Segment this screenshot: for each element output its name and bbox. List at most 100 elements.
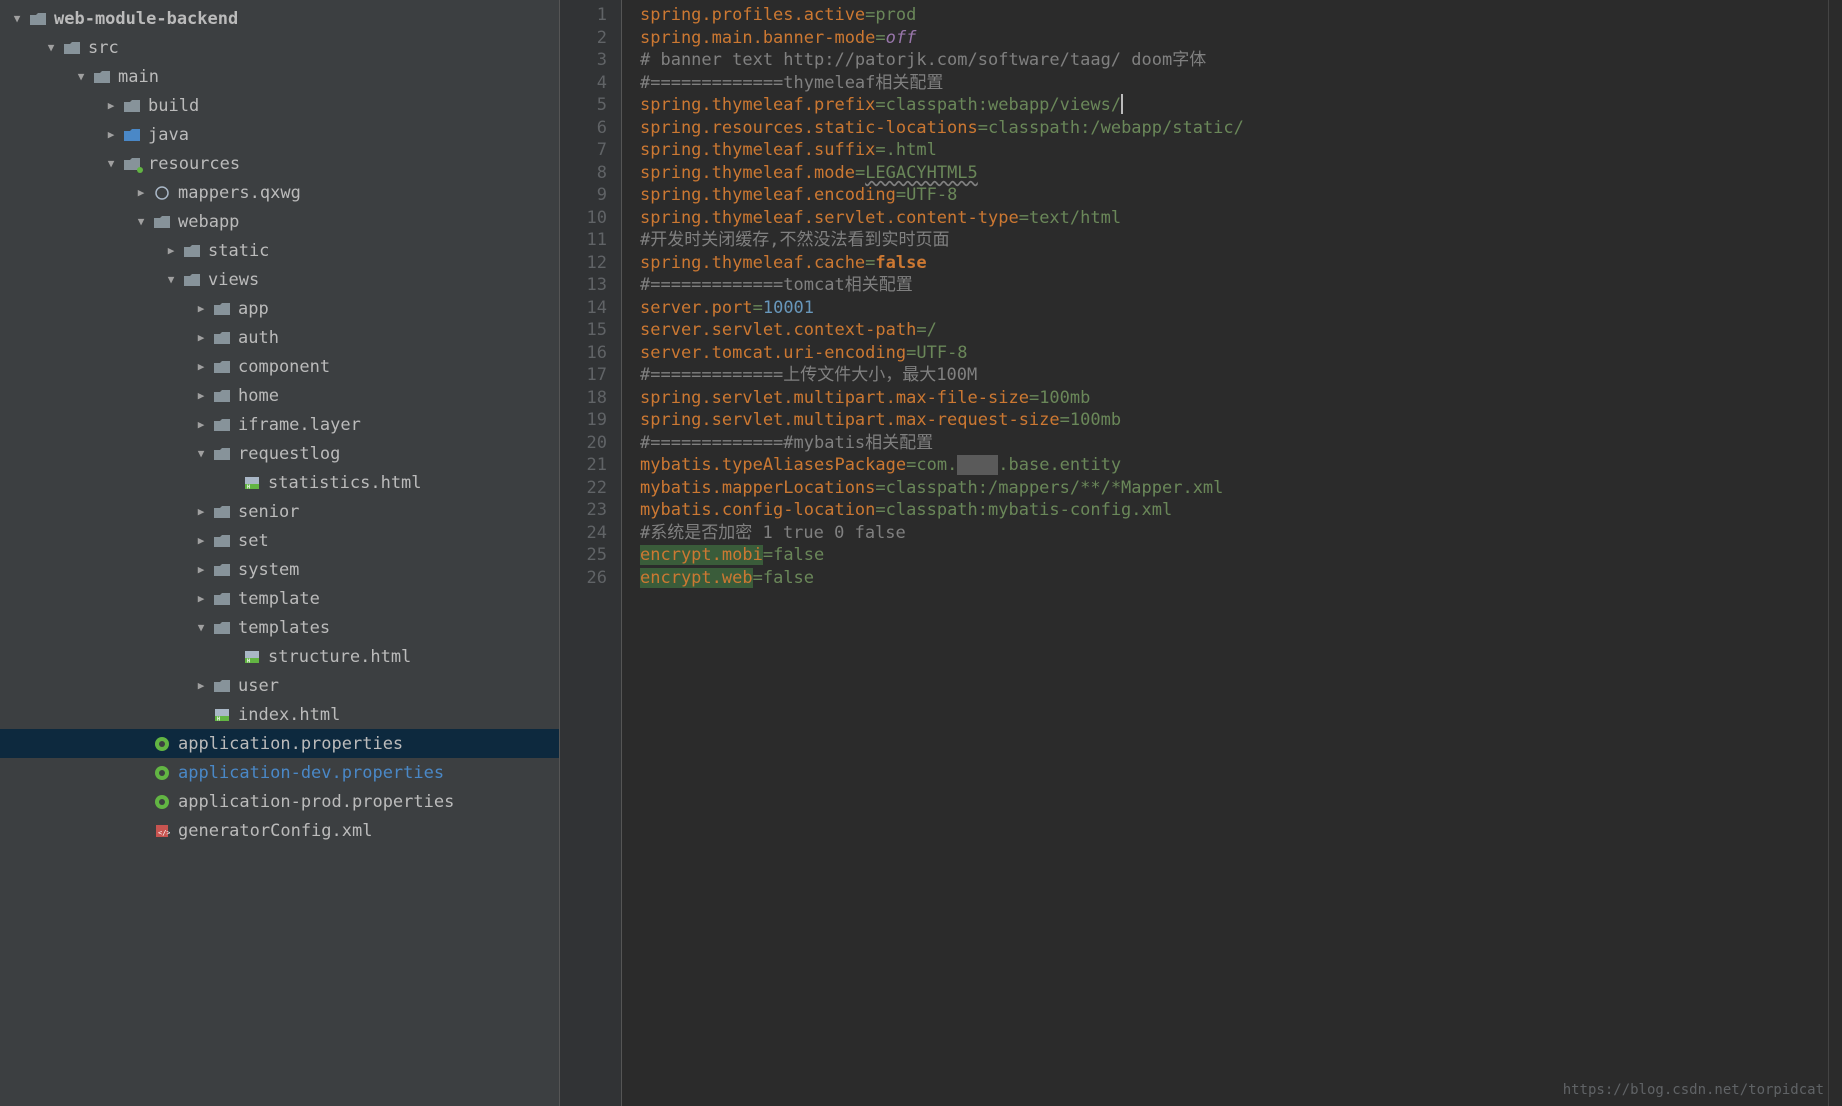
tree-item-requestlog[interactable]: ▼requestlog	[0, 439, 559, 468]
line-number: 21	[560, 454, 607, 477]
tree-item-views[interactable]: ▼views	[0, 265, 559, 294]
tree-item-senior[interactable]: ▶senior	[0, 497, 559, 526]
folder-icon	[212, 678, 232, 694]
tree-label: set	[238, 531, 269, 551]
tree-label: system	[238, 560, 299, 580]
tree-item-index[interactable]: Hindex.html	[0, 700, 559, 729]
code-line: #=============#mybatis相关配置	[640, 432, 1828, 455]
tree-item-generator-config[interactable]: </>generatorConfig.xml	[0, 816, 559, 845]
code-content[interactable]: spring.profiles.active=prod spring.main.…	[622, 0, 1828, 1106]
tree-label: webapp	[178, 212, 239, 232]
tree-label: structure.html	[268, 647, 411, 667]
tree-item-user[interactable]: ▶user	[0, 671, 559, 700]
resources-folder-icon	[122, 156, 142, 172]
folder-icon	[212, 417, 232, 433]
folder-icon	[122, 98, 142, 114]
cursor	[1121, 94, 1123, 114]
line-number: 14	[560, 297, 607, 320]
tree-item-resources[interactable]: ▼resources	[0, 149, 559, 178]
code-line: # banner text http://patorjk.com/softwar…	[640, 49, 1828, 72]
folder-icon	[212, 591, 232, 607]
tree-label: app	[238, 299, 269, 319]
tree-item-src[interactable]: ▼src	[0, 33, 559, 62]
tree-item-main[interactable]: ▼main	[0, 62, 559, 91]
code-line: #=============tomcat相关配置	[640, 274, 1828, 297]
line-number: 15	[560, 319, 607, 342]
tree-item-home[interactable]: ▶home	[0, 381, 559, 410]
chevron-right-icon: ▶	[104, 128, 118, 141]
tree-item-build[interactable]: ▶build	[0, 91, 559, 120]
tree-label: auth	[238, 328, 279, 348]
tree-item-root[interactable]: ▼web-module-backend	[0, 4, 559, 33]
properties-file-icon	[152, 736, 172, 752]
chevron-right-icon: ▶	[194, 360, 208, 373]
code-line: mybatis.mapperLocations=classpath:/mappe…	[640, 477, 1828, 500]
svg-text:H: H	[217, 716, 220, 722]
code-line: spring.thymeleaf.mode=LEGACYHTML5	[640, 162, 1828, 185]
tree-item-template[interactable]: ▶template	[0, 584, 559, 613]
tree-item-system[interactable]: ▶system	[0, 555, 559, 584]
tree-item-app[interactable]: ▶ app	[0, 294, 559, 323]
tree-label: application-prod.properties	[178, 792, 454, 812]
tree-item-mappers[interactable]: ▶ mappers.qxwg	[0, 178, 559, 207]
chevron-right-icon: ▶	[194, 331, 208, 344]
tree-item-templates[interactable]: ▼templates	[0, 613, 559, 642]
chevron-right-icon: ▶	[194, 302, 208, 315]
code-line: #=============上传文件大小，最大100M	[640, 364, 1828, 387]
tree-label: index.html	[238, 705, 340, 725]
code-line: spring.thymeleaf.encoding=UTF-8	[640, 184, 1828, 207]
folder-icon	[62, 40, 82, 56]
code-line: mybatis.typeAliasesPackage=com.▮▮▮▮.base…	[640, 454, 1828, 477]
tree-label: mappers.qxwg	[178, 183, 301, 203]
tree-item-set[interactable]: ▶ set	[0, 526, 559, 555]
line-number: 7	[560, 139, 607, 162]
chevron-right-icon: ▶	[134, 186, 148, 199]
tree-label: component	[238, 357, 330, 377]
line-number: 9	[560, 184, 607, 207]
project-tree[interactable]: ▼web-module-backend ▼src ▼main ▶build ▶j…	[0, 0, 560, 1106]
tree-label: application.properties	[178, 734, 403, 754]
line-number: 4	[560, 72, 607, 95]
chevron-down-icon: ▼	[44, 41, 58, 54]
chevron-down-icon: ▼	[194, 621, 208, 634]
editor-scrollbar[interactable]	[1828, 0, 1842, 1106]
line-number: 18	[560, 387, 607, 410]
chevron-down-icon: ▼	[74, 70, 88, 83]
line-number: 1	[560, 4, 607, 27]
code-line: server.tomcat.uri-encoding=UTF-8	[640, 342, 1828, 365]
tree-item-component[interactable]: ▶ component	[0, 352, 559, 381]
tree-item-structure[interactable]: Hstructure.html	[0, 642, 559, 671]
folder-icon	[212, 446, 232, 462]
chevron-right-icon: ▶	[194, 389, 208, 402]
tree-item-webapp[interactable]: ▼webapp	[0, 207, 559, 236]
chevron-down-icon: ▼	[10, 12, 24, 25]
tree-label: template	[238, 589, 320, 609]
folder-icon	[212, 301, 232, 317]
tree-item-auth[interactable]: ▶ auth	[0, 323, 559, 352]
code-editor[interactable]: 1 2 3 4 5 6 7 8 9 10 11 12 13 14 15 16 1…	[560, 0, 1842, 1106]
folder-icon	[182, 243, 202, 259]
tree-item-iframe-layer[interactable]: ▶iframe.layer	[0, 410, 559, 439]
line-gutter: 1 2 3 4 5 6 7 8 9 10 11 12 13 14 15 16 1…	[560, 0, 622, 1106]
tree-item-application-prod[interactable]: application-prod.properties	[0, 787, 559, 816]
code-line: #=============thymeleaf相关配置	[640, 72, 1828, 95]
tree-label: user	[238, 676, 279, 696]
chevron-right-icon: ▶	[194, 534, 208, 547]
tree-item-static[interactable]: ▶static	[0, 236, 559, 265]
code-line: #系统是否加密 1 true 0 false	[640, 522, 1828, 545]
tree-label: build	[148, 96, 199, 116]
folder-icon	[212, 388, 232, 404]
tree-label: resources	[148, 154, 240, 174]
code-line: spring.profiles.active=prod	[640, 4, 1828, 27]
code-line: spring.main.banner-mode=off	[640, 27, 1828, 50]
tree-item-java[interactable]: ▶java	[0, 120, 559, 149]
source-folder-icon	[122, 127, 142, 143]
tree-item-application-properties[interactable]: application.properties	[0, 729, 559, 758]
code-line: encrypt.mobi=false	[640, 544, 1828, 567]
folder-icon	[212, 359, 232, 375]
tree-item-application-dev[interactable]: application-dev.properties	[0, 758, 559, 787]
tree-item-statistics[interactable]: Hstatistics.html	[0, 468, 559, 497]
code-line: spring.thymeleaf.suffix=.html	[640, 139, 1828, 162]
line-number: 3	[560, 49, 607, 72]
tree-label: static	[208, 241, 269, 261]
